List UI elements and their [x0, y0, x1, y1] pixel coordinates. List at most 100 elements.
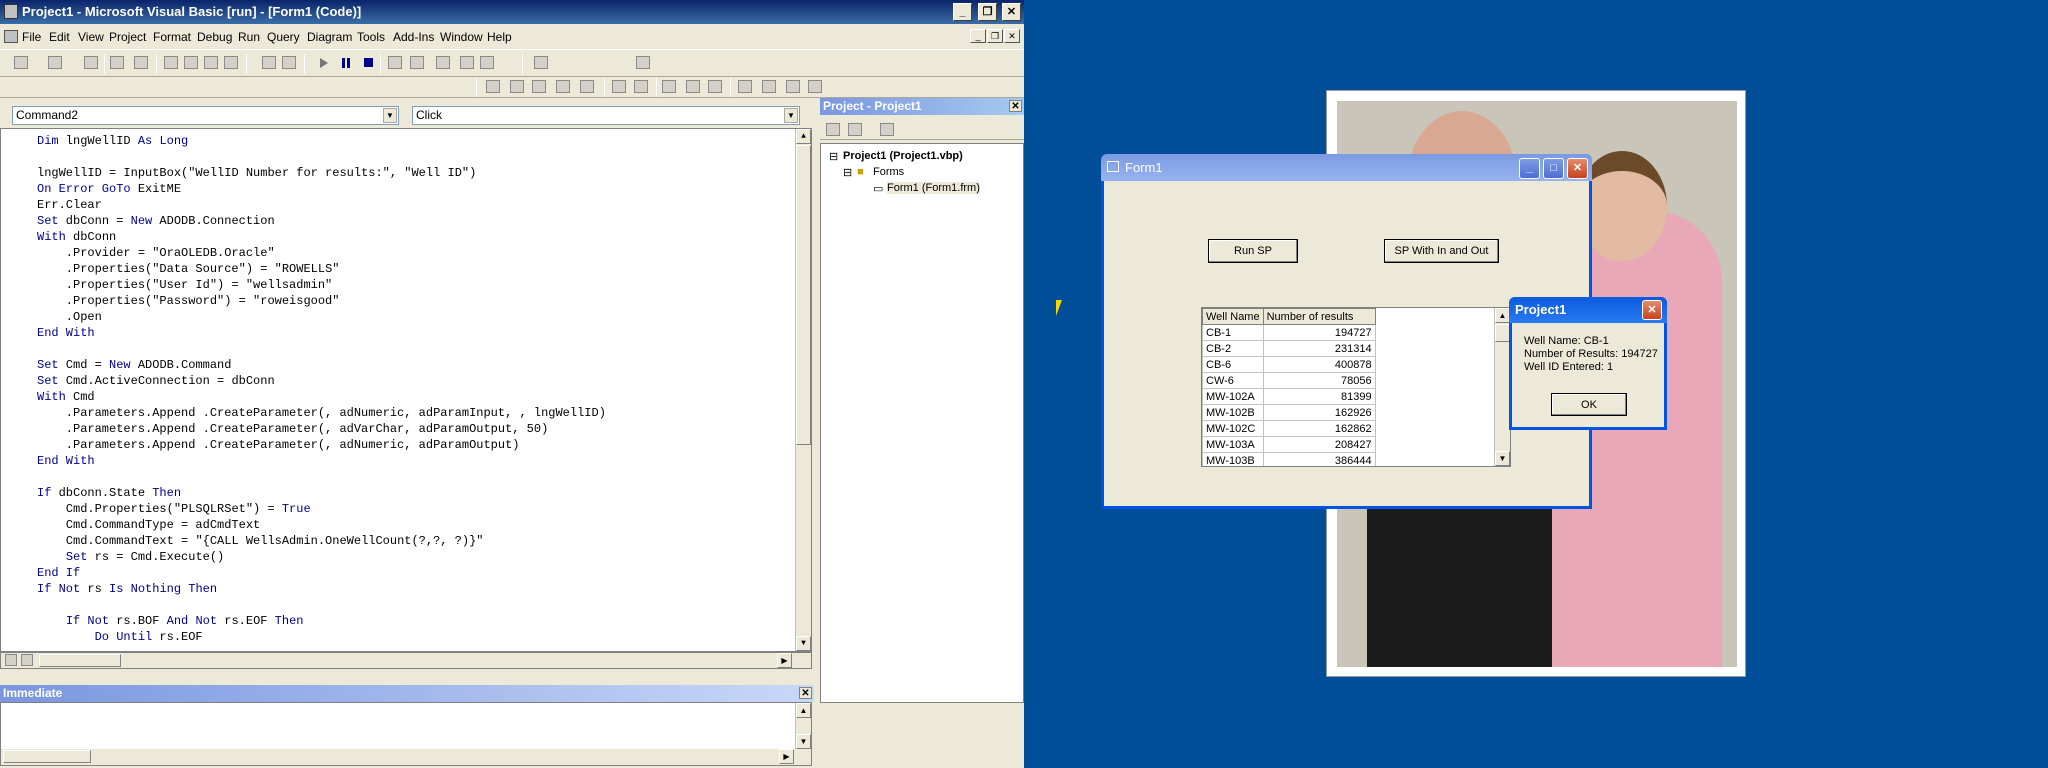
ok-button[interactable]: OK — [1551, 393, 1627, 416]
mdi-minimize-button[interactable]: _ — [970, 29, 986, 43]
procedure-view-icon[interactable] — [5, 654, 17, 666]
project-panel-header[interactable]: Project - Project1 ✕ — [820, 98, 1024, 115]
menu-window[interactable]: Window — [440, 27, 483, 47]
menu-view[interactable]: View — [78, 27, 104, 47]
close-icon[interactable]: ✕ — [799, 687, 812, 699]
immediate-scrollbar[interactable]: ▲ ▼ — [795, 703, 811, 749]
scroll-up-icon[interactable]: ▲ — [796, 129, 811, 144]
menu-file[interactable]: File — [22, 27, 41, 47]
maximize-button[interactable]: ❐ — [978, 3, 997, 21]
grid-cell-result-count[interactable]: 81399 — [1262, 388, 1376, 405]
grid-cell-well-name[interactable]: MW-102B — [1202, 404, 1264, 421]
menu-help[interactable]: Help — [487, 27, 512, 47]
immediate-window[interactable]: ▲ ▼ ▶ — [0, 702, 812, 766]
scroll-up-icon[interactable]: ▲ — [1495, 308, 1510, 323]
scroll-thumb[interactable] — [796, 145, 811, 445]
start-icon[interactable] — [320, 58, 328, 68]
open-icon[interactable] — [110, 56, 124, 69]
grid-cell-result-count[interactable]: 78056 — [1262, 372, 1376, 389]
sp-in-out-button[interactable]: SP With In and Out — [1384, 239, 1499, 263]
grid-row[interactable]: MW-102B 162926 — [1202, 404, 1376, 421]
menu-format[interactable]: Format — [153, 27, 191, 47]
object-combo[interactable]: Command2 ▼ — [12, 106, 399, 125]
grid-cell-result-count[interactable]: 208427 — [1262, 436, 1376, 453]
grid-cell-result-count[interactable]: 231314 — [1262, 340, 1376, 357]
ide-title-bar[interactable]: Project1 - Microsoft Visual Basic [run] … — [0, 0, 1024, 24]
grid-row[interactable]: MW-103A 208427 — [1202, 436, 1376, 453]
toolbox-icon[interactable] — [480, 56, 494, 69]
scroll-down-icon[interactable]: ▼ — [1495, 451, 1510, 466]
grid-cell-result-count[interactable]: 162926 — [1262, 404, 1376, 421]
mdi-restore-button[interactable]: ❐ — [987, 29, 1003, 43]
menu-run[interactable]: Run — [238, 27, 260, 47]
undo-icon[interactable] — [262, 56, 276, 69]
toggle-breakpoint-icon[interactable] — [662, 80, 676, 93]
results-grid[interactable]: Well Name Number of results CB-1 194727 CB… — [1201, 307, 1511, 467]
grid-cell-well-name[interactable]: CB-1 — [1202, 324, 1264, 341]
grid-row[interactable]: CB-2 231314 — [1202, 340, 1376, 357]
code-horizontal-scrollbar[interactable]: ▶ — [0, 652, 812, 669]
tree-expand-icon[interactable]: ⊟ — [829, 150, 838, 163]
menu-tools[interactable]: Tools — [357, 27, 385, 47]
grid-cell-well-name[interactable]: MW-102C — [1202, 420, 1264, 437]
grid-cell-result-count[interactable]: 194727 — [1262, 324, 1376, 341]
minimize-button[interactable]: _ — [953, 3, 972, 21]
end-icon[interactable] — [364, 58, 373, 67]
scroll-thumb[interactable] — [1495, 324, 1510, 342]
position-icon[interactable] — [534, 56, 548, 69]
next-bookmark-icon[interactable] — [762, 80, 776, 93]
grid-cell-result-count[interactable]: 400878 — [1262, 356, 1376, 373]
close-button[interactable]: ✕ — [1567, 158, 1588, 179]
uncomment-block-icon[interactable] — [708, 80, 722, 93]
maximize-button[interactable]: □ — [1543, 158, 1564, 179]
grid-row[interactable]: MW-103B 386444 — [1202, 452, 1376, 466]
mdi-close-button[interactable]: ✕ — [1004, 29, 1020, 43]
view-code-icon[interactable] — [826, 123, 840, 136]
save-icon[interactable] — [134, 56, 148, 69]
full-module-view-icon[interactable] — [21, 654, 33, 666]
grid-cell-well-name[interactable]: MW-102A — [1202, 388, 1264, 405]
code-window-icon[interactable] — [4, 30, 18, 43]
tree-forms-folder[interactable]: Forms — [873, 166, 904, 178]
make-same-size-icon[interactable] — [556, 80, 570, 93]
bookmark-icon[interactable] — [738, 80, 752, 93]
size-to-grid-icon[interactable] — [532, 80, 546, 93]
grid-cell-result-count[interactable]: 386444 — [1262, 452, 1376, 466]
chevron-down-icon[interactable]: ▼ — [383, 108, 397, 123]
grid-row[interactable]: MW-102C 162862 — [1202, 420, 1376, 437]
add-form-icon[interactable] — [48, 56, 62, 69]
h-scroll-thumb[interactable] — [39, 654, 121, 667]
h-scroll-thumb[interactable] — [3, 750, 91, 763]
grid-cell-well-name[interactable]: CW-6 — [1202, 372, 1264, 389]
tree-form1-item[interactable]: Form1 (Form1.frm) — [887, 182, 980, 194]
grid-row[interactable]: CW-6 78056 — [1202, 372, 1376, 389]
menu-add-ins[interactable]: Add-Ins — [393, 27, 434, 47]
view-object-icon[interactable] — [848, 123, 862, 136]
project-explorer-icon[interactable] — [388, 56, 402, 69]
grid-row[interactable]: CB-6 400878 — [1202, 356, 1376, 373]
immediate-h-scrollbar[interactable]: ▶ — [1, 749, 811, 765]
menu-editor-icon[interactable] — [84, 56, 98, 69]
menu-project[interactable]: Project — [109, 27, 146, 47]
size-icon[interactable] — [636, 56, 650, 69]
code-vertical-scrollbar[interactable]: ▲ ▼ — [795, 129, 811, 651]
object-browser-icon[interactable] — [460, 56, 474, 69]
grid-row[interactable]: MW-102A 81399 — [1202, 388, 1376, 405]
scroll-up-icon[interactable]: ▲ — [796, 703, 811, 718]
grid-cell-well-name[interactable]: CB-2 — [1202, 340, 1264, 357]
copy-icon[interactable] — [184, 56, 198, 69]
find-icon[interactable] — [224, 56, 238, 69]
close-button[interactable]: ✕ — [1002, 3, 1021, 21]
menu-edit[interactable]: Edit — [49, 27, 70, 47]
comment-block-icon[interactable] — [686, 80, 700, 93]
grid-cell-well-name[interactable]: CB-6 — [1202, 356, 1264, 373]
grid-cell-well-name[interactable]: MW-103A — [1202, 436, 1264, 453]
outdent-icon[interactable] — [634, 80, 648, 93]
align-icon[interactable] — [486, 80, 500, 93]
tree-project-root[interactable]: Project1 (Project1.vbp) — [843, 150, 963, 162]
form-layout-icon[interactable] — [436, 56, 450, 69]
grid-scrollbar[interactable]: ▲ ▼ — [1494, 308, 1510, 466]
scroll-down-icon[interactable]: ▼ — [796, 734, 811, 749]
center-icon[interactable] — [510, 80, 524, 93]
close-icon[interactable]: ✕ — [1009, 100, 1022, 112]
